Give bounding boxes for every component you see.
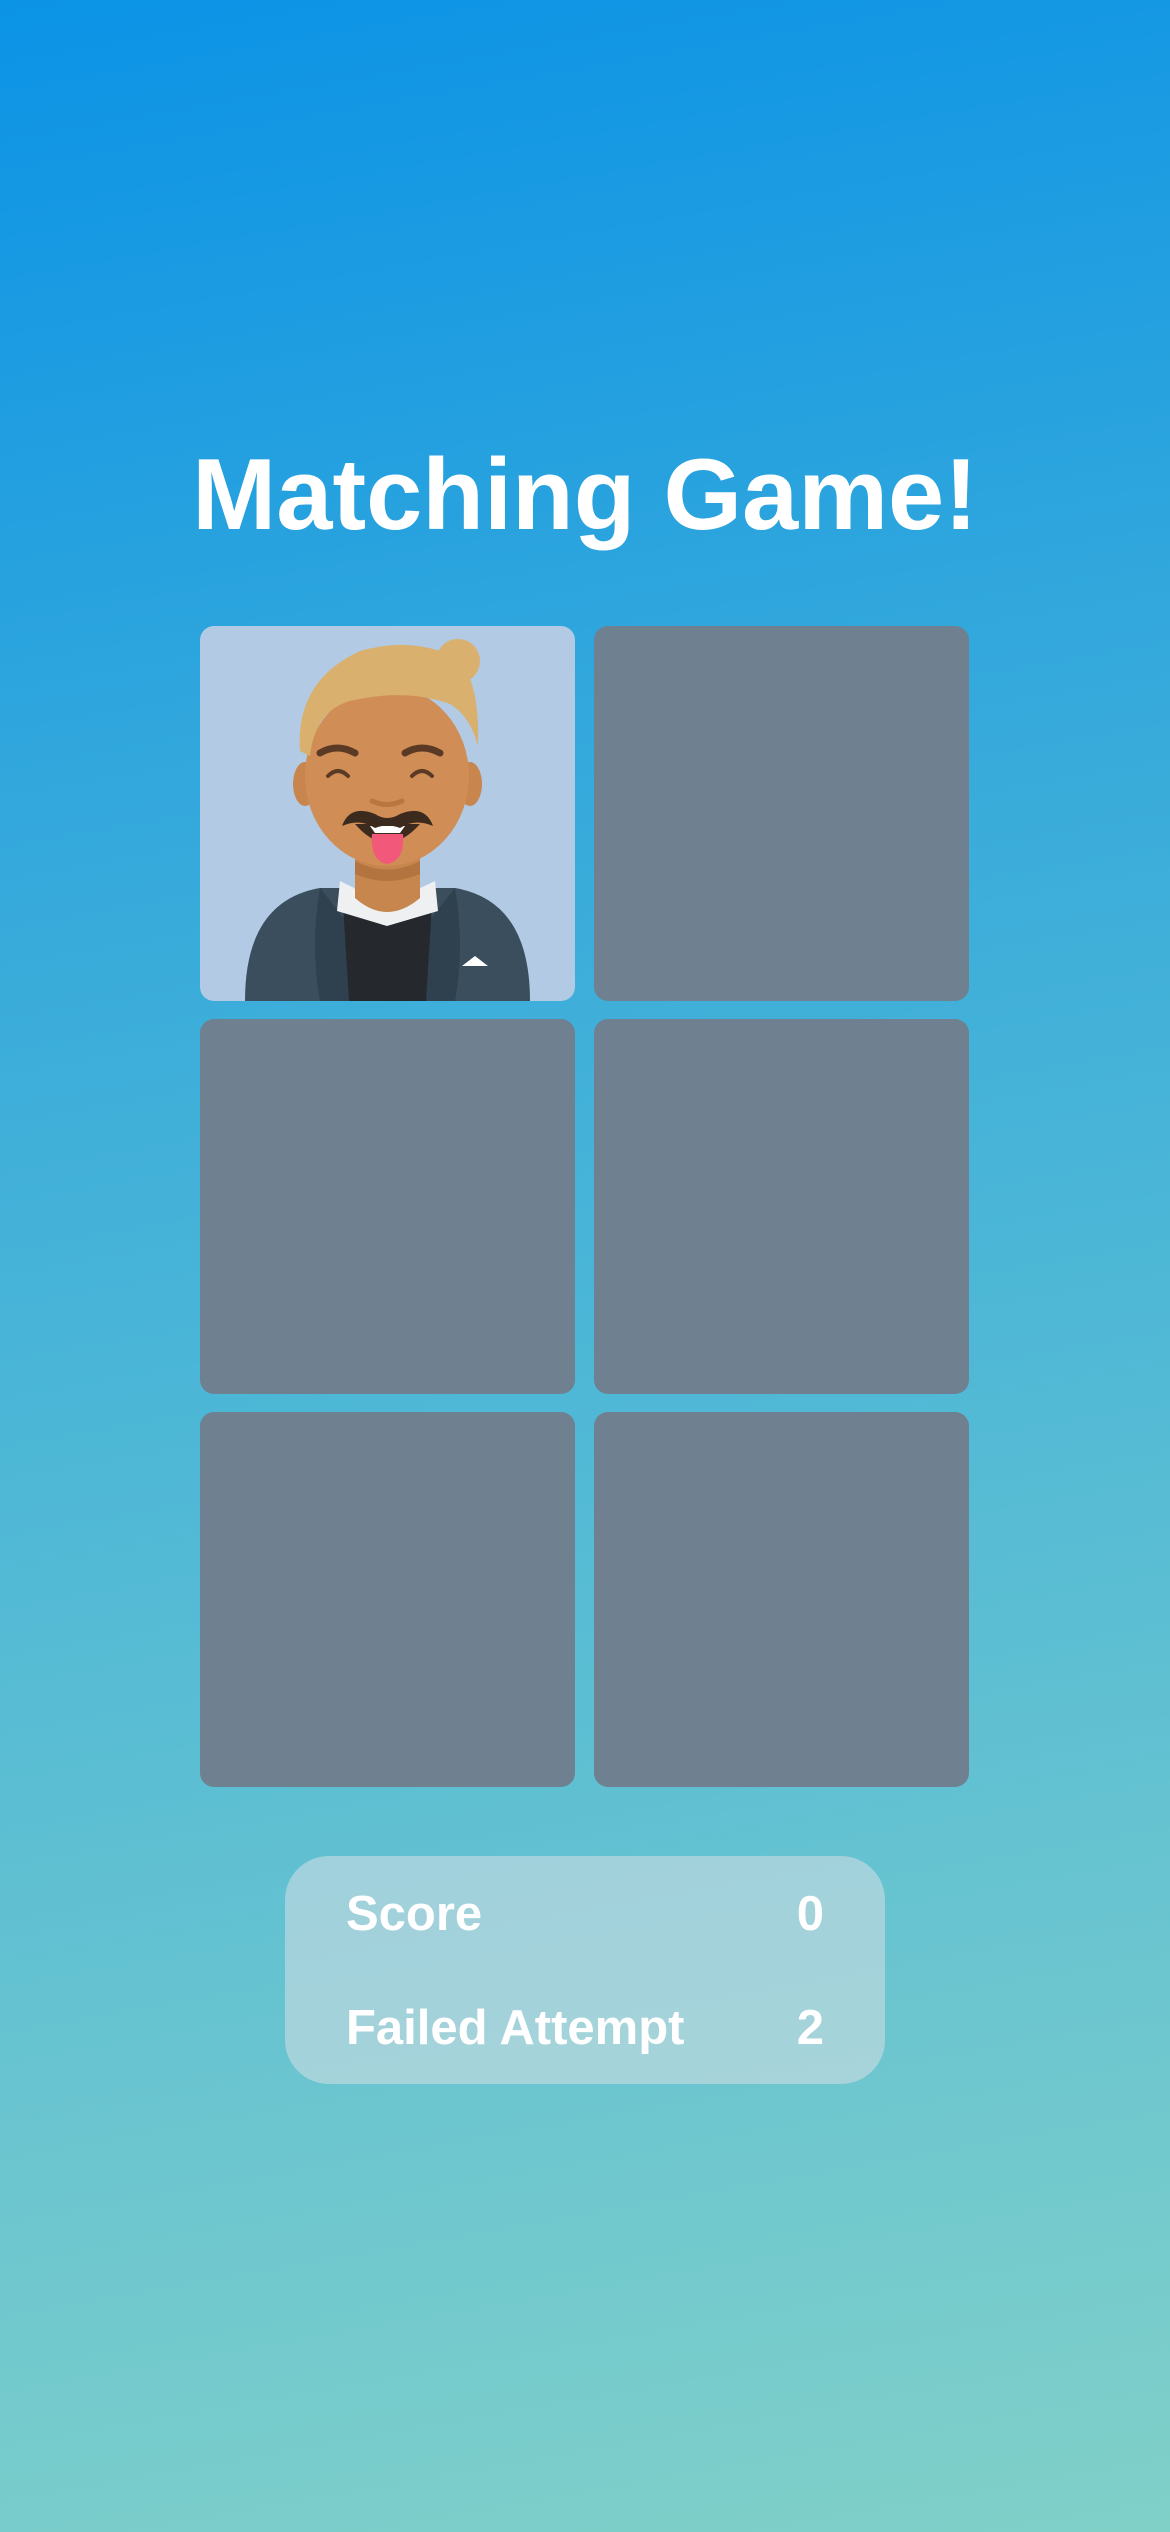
card-2-face-down[interactable] <box>594 626 969 1001</box>
failed-attempt-row: Failed Attempt 2 <box>346 2000 824 2056</box>
score-row: Score 0 <box>346 1886 824 1942</box>
card-grid <box>200 626 970 1788</box>
card-3-face-down[interactable] <box>200 1019 575 1394</box>
card-5-face-down[interactable] <box>200 1412 575 1787</box>
page-title: Matching Game! <box>192 439 978 551</box>
card-6-face-down[interactable] <box>594 1412 969 1787</box>
card-4-face-down[interactable] <box>594 1019 969 1394</box>
score-label: Score <box>346 1887 483 1941</box>
failed-attempt-value: 2 <box>796 2001 824 2055</box>
failed-attempt-label: Failed Attempt <box>346 2001 685 2055</box>
avatar-man-mustache-icon <box>245 639 530 1001</box>
score-value: 0 <box>796 1887 824 1941</box>
card-1-face-up[interactable] <box>200 626 575 1001</box>
scoreboard: Score 0 Failed Attempt 2 <box>285 1856 885 2084</box>
